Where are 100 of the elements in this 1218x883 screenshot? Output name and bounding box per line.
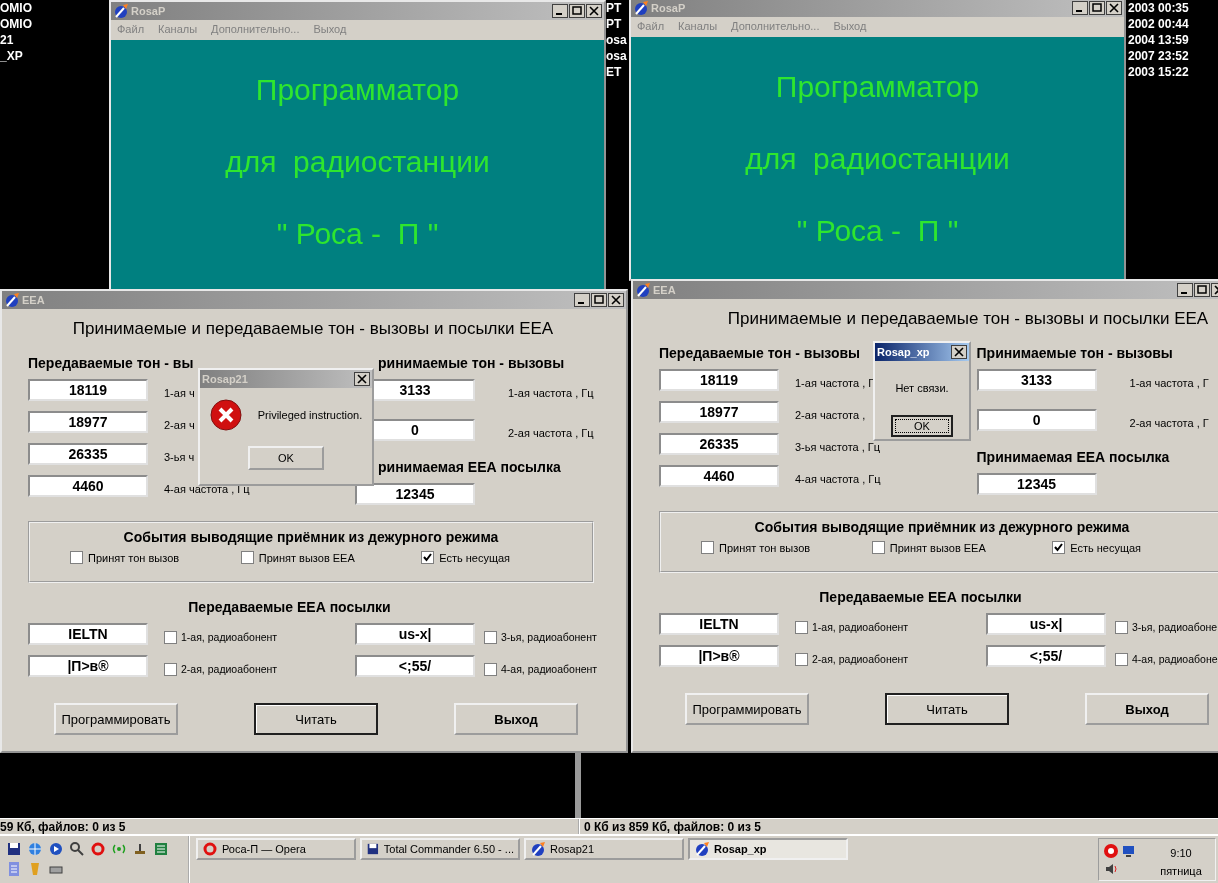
checkbox[interactable] <box>1115 620 1128 634</box>
console-line: OMIO <box>0 0 33 16</box>
clock-day: пятница <box>1160 865 1202 877</box>
button[interactable]: Программировать <box>54 703 178 735</box>
field-label: 2-ая частота , Г <box>1129 416 1209 429</box>
close-button[interactable] <box>1106 1 1122 15</box>
field-label: 1-ая частота , Г <box>1129 376 1209 389</box>
taskbar-button[interactable]: Total Commander 6.50 - ... <box>360 838 520 860</box>
minimize-button[interactable] <box>1177 283 1193 297</box>
banner-text: " Роса - П " <box>796 213 959 249</box>
banner-text: Программатор <box>775 69 980 105</box>
window-title: RosaP <box>131 5 167 17</box>
maximize-button[interactable] <box>569 4 585 18</box>
ok-button[interactable]: OK <box>248 446 324 470</box>
console-line: 2003 15:22 <box>1128 64 1190 80</box>
input-field[interactable]: 12345 <box>976 473 1097 495</box>
field-label: 3-ья частота , Гц <box>795 440 881 453</box>
checkbox[interactable] <box>871 541 885 554</box>
ring-icon[interactable] <box>90 841 106 857</box>
minimize-button[interactable] <box>1072 1 1088 15</box>
spreadsheet-icon[interactable] <box>153 841 169 857</box>
checkbox[interactable] <box>70 551 83 564</box>
input-field[interactable]: 0 <box>976 409 1097 431</box>
button[interactable]: Выход <box>454 703 578 735</box>
console-line: 21 <box>0 32 15 48</box>
input-field[interactable]: |П>в® <box>659 645 779 667</box>
magnifier-icon[interactable] <box>69 841 85 857</box>
checkbox-label: 2-ая, радиоабонент <box>181 662 278 675</box>
input-field[interactable]: 26335 <box>659 433 779 455</box>
app-icon <box>633 0 649 16</box>
input-field[interactable]: 3133 <box>976 369 1097 391</box>
input-field[interactable]: 26335 <box>28 443 148 465</box>
ring-icon[interactable] <box>1103 843 1119 859</box>
speaker-icon[interactable] <box>1103 861 1119 877</box>
app-icon <box>530 841 546 857</box>
button[interactable]: Программировать <box>685 693 809 725</box>
console-line: _XP <box>0 48 24 64</box>
input-field[interactable]: 12345 <box>355 483 475 505</box>
monitor-icon[interactable] <box>1121 843 1137 859</box>
checkbox[interactable] <box>240 551 254 564</box>
taskbar-button[interactable]: Rosap21 <box>524 838 684 860</box>
input-field[interactable]: IELTN <box>28 623 148 645</box>
ring-icon <box>202 841 218 857</box>
checkbox[interactable] <box>795 652 808 666</box>
dialog-message: Privileged instruction. <box>257 409 363 421</box>
input-field[interactable]: 4460 <box>28 475 148 497</box>
banner-text: для радиостанции <box>745 141 1010 177</box>
button[interactable]: Читать <box>254 703 378 735</box>
dialog-message: Нет связи. <box>895 382 949 394</box>
input-field[interactable]: 18977 <box>659 401 779 423</box>
clock-time: 9:10 <box>1170 847 1192 859</box>
close-button[interactable] <box>586 4 602 18</box>
window-heading: Принимаемые и передаваемые тон - вызовы и посылки ЕЕА <box>726 309 1210 329</box>
input-field[interactable]: 4460 <box>659 465 779 487</box>
input-field[interactable]: IELTN <box>659 613 779 635</box>
console-line: PT <box>606 16 623 32</box>
close-button[interactable] <box>951 345 967 359</box>
console-line: 2003 00:35 <box>1128 0 1190 16</box>
button[interactable]: Читать <box>885 693 1009 725</box>
checkbox[interactable] <box>701 541 714 554</box>
input-field[interactable]: 18977 <box>28 411 148 433</box>
checkbox[interactable] <box>1052 541 1066 554</box>
ok-button[interactable]: OK <box>891 415 953 437</box>
play-icon[interactable] <box>48 841 64 857</box>
window-title: EEA <box>653 284 677 296</box>
checkbox-label: Принят тон вызов <box>719 541 811 554</box>
maximize-button[interactable] <box>1089 1 1105 15</box>
console-line: 2007 23:52 <box>1128 48 1190 64</box>
checkbox[interactable] <box>484 630 497 644</box>
checkbox[interactable] <box>1115 652 1128 666</box>
taskbar-button[interactable]: Rosap_xp <box>688 838 848 860</box>
checkbox-label: Есть несущая <box>439 551 511 564</box>
maximize-button[interactable] <box>591 293 607 307</box>
close-button[interactable] <box>608 293 624 307</box>
checkbox[interactable] <box>164 662 177 676</box>
input-field[interactable]: |П>в® <box>28 655 148 677</box>
section-header: Передаваемые тон - вы <box>28 355 194 373</box>
section-header: ринимаемая ЕЕА посылка <box>377 459 561 477</box>
checkbox-label: 4-ая, радиоабонент <box>501 662 598 675</box>
group-title: События выводящие приёмник из дежурного режима <box>122 529 500 545</box>
checkbox[interactable] <box>164 630 177 644</box>
checkbox-label: Принят вызов ЕЕА <box>258 551 355 564</box>
checkbox[interactable] <box>484 662 497 676</box>
input-field[interactable]: 18119 <box>28 379 148 401</box>
input-field[interactable]: <;55/ <box>355 655 475 677</box>
input-field[interactable]: us-x| <box>355 623 475 645</box>
checkbox[interactable] <box>421 551 435 564</box>
minimize-button[interactable] <box>552 4 568 18</box>
app-icon <box>694 841 710 857</box>
section-header: Передаваемые ЕЕА посылки <box>187 599 392 617</box>
button[interactable]: Выход <box>1085 693 1209 725</box>
minimize-button[interactable] <box>574 293 590 307</box>
input-field[interactable]: 18119 <box>659 369 779 391</box>
input-field[interactable]: <;55/ <box>986 645 1106 667</box>
checkbox[interactable] <box>795 620 808 634</box>
input-field[interactable]: us-x| <box>986 613 1106 635</box>
taskbar-button[interactable]: Роса-П — Opera <box>196 838 356 860</box>
close-button[interactable] <box>354 372 370 386</box>
status-text: 0 Кб из 859 Кб, файлов: 0 из 5 <box>584 819 761 835</box>
globe-icon[interactable] <box>27 841 43 857</box>
